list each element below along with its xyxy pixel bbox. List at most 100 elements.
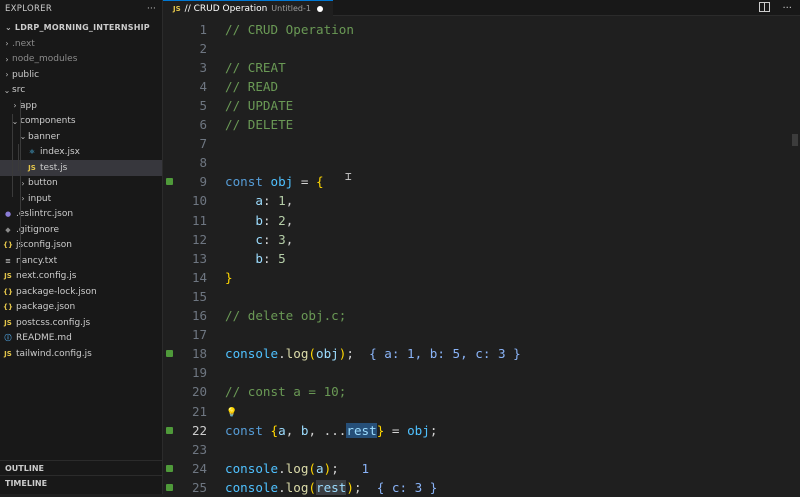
tree-item-label: README.md xyxy=(16,333,72,344)
code-token: ; xyxy=(429,422,438,438)
chevron-right-icon: › xyxy=(5,39,9,49)
code-line[interactable]: 23 xyxy=(163,440,800,459)
tree-item-readme-md[interactable]: ⓘ README.md xyxy=(0,331,162,347)
code-text: // CREAT xyxy=(225,60,286,75)
code-text: console.log(obj); { a: 1, b: 5, c: 3 } xyxy=(225,346,521,361)
code-token: = xyxy=(384,422,408,438)
code-token: const xyxy=(225,422,271,438)
run-marker-icon[interactable] xyxy=(166,464,173,472)
code-token: : xyxy=(262,231,279,247)
code-token: a xyxy=(278,422,286,438)
scrollbar-thumb[interactable] xyxy=(792,134,798,146)
editor-tab-untitled-1[interactable]: JS // CRUD Operation Untitled-1 xyxy=(163,0,333,16)
tree-item-label: public xyxy=(12,69,40,80)
chevron-right-icon: › xyxy=(13,101,17,111)
tree-item-test-js[interactable]: JS test.js xyxy=(0,160,162,176)
run-marker-icon[interactable] xyxy=(166,426,173,434)
code-token: { a: 1, b: 5, c: 3 } xyxy=(369,346,521,362)
code-line[interactable]: 15 xyxy=(163,287,800,306)
code-text: console.log(rest); { c: 3 } xyxy=(225,479,437,495)
tree-item-components[interactable]: ⌄ components xyxy=(0,114,162,130)
code-line[interactable]: 10 a: 1, xyxy=(163,191,800,210)
tree-item-gitignore[interactable]: ◆ .gitignore xyxy=(0,222,162,238)
split-editor-icon[interactable] xyxy=(759,1,771,15)
code-line[interactable]: 3 // CREAT xyxy=(163,58,800,77)
code-line[interactable]: 16 // delete obj.c; xyxy=(163,306,800,325)
code-line[interactable]: 2 xyxy=(163,39,800,58)
run-marker-icon[interactable] xyxy=(166,483,173,491)
code-token: a xyxy=(255,193,263,209)
code-token: 1 xyxy=(361,460,370,476)
code-token: // const a = 10; xyxy=(225,384,347,400)
code-line[interactable]: 7 xyxy=(163,134,800,153)
line-number: 12 xyxy=(191,231,207,247)
tree-item-package-json[interactable]: {} package.json xyxy=(0,300,162,316)
tree-item-nancy-txt[interactable]: ≡ nancy.txt xyxy=(0,253,162,269)
code-line[interactable]: 22 const {a, b, ...rest} = obj; xyxy=(163,421,800,440)
code-line[interactable]: 21 xyxy=(163,402,800,421)
code-text: b: 2, xyxy=(225,213,293,228)
tree-item-public[interactable]: › public xyxy=(0,67,162,83)
more-actions-icon[interactable]: ··· xyxy=(782,3,792,14)
tree-item-src[interactable]: ⌄ src xyxy=(0,83,162,99)
code-token: a xyxy=(316,460,324,476)
chevron-right-icon: › xyxy=(5,70,9,80)
project-chevron-icon: ⌄ xyxy=(5,22,12,32)
js-file-icon: JS xyxy=(4,349,12,358)
code-line[interactable]: 12 c: 3, xyxy=(163,230,800,249)
code-token: // delete obj.c; xyxy=(225,308,347,323)
tree-item-tailwind-config-js[interactable]: JS tailwind.config.js xyxy=(0,346,162,362)
tree-item-next-config-js[interactable]: JS next.config.js xyxy=(0,269,162,285)
tree-item-input[interactable]: › input xyxy=(0,191,162,207)
code-token: log xyxy=(285,346,309,362)
tree-item-jsconfig-json[interactable]: {} jsconfig.json xyxy=(0,238,162,254)
tree-item-eslintrc-json[interactable]: ● .eslintrc.json xyxy=(0,207,162,223)
code-line[interactable]: 6 // DELETE xyxy=(163,115,800,134)
tree-item-button[interactable]: › button xyxy=(0,176,162,192)
line-number: 11 xyxy=(191,212,207,228)
lightbulb-icon[interactable]: 💡 xyxy=(226,408,237,418)
tree-item-next[interactable]: › .next xyxy=(0,36,162,52)
code-token: // CREAT xyxy=(225,59,286,75)
code-token: } xyxy=(225,269,233,285)
code-line[interactable]: 18 console.log(obj); { a: 1, b: 5, c: 3 } xyxy=(163,344,800,363)
tree-item-index-jsx[interactable]: ⚛ index.jsx xyxy=(0,145,162,161)
code-line[interactable]: 1 // CRUD Operation xyxy=(163,20,800,39)
code-line[interactable]: 25 console.log(rest); { c: 3 } xyxy=(163,478,800,497)
tree-item-label: .gitignore xyxy=(16,224,60,235)
text-file-icon: ≡ xyxy=(5,256,11,265)
tree-item-postcss-config-js[interactable]: JS postcss.config.js xyxy=(0,315,162,331)
timeline-section[interactable]: TIMELINE xyxy=(0,475,162,490)
code-token: rest xyxy=(316,479,347,495)
code-line[interactable]: 13 b: 5 xyxy=(163,249,800,268)
run-marker-icon[interactable] xyxy=(166,178,173,186)
line-number: 10 xyxy=(191,193,207,209)
unsaved-dot-icon[interactable] xyxy=(316,5,323,12)
code-line[interactable]: 4 // READ xyxy=(163,77,800,96)
code-editor[interactable]: 1// CRUD Operation 2 3// CREAT 4// READ 5// … xyxy=(163,16,800,497)
indent-guide xyxy=(18,144,19,171)
code-line[interactable]: 19 xyxy=(163,363,800,382)
code-line[interactable]: 14} xyxy=(163,268,800,287)
run-marker-icon[interactable] xyxy=(166,350,173,358)
outline-section[interactable]: OUTLINE xyxy=(0,460,162,475)
code-line[interactable]: 24 console.log(a); 1 xyxy=(163,459,800,478)
code-token: = xyxy=(293,174,316,190)
code-line[interactable]: 5 // UPDATE xyxy=(163,96,800,115)
tree-item-banner[interactable]: ⌄ banner xyxy=(0,129,162,145)
code-line[interactable]: 9 const obj = { xyxy=(163,172,800,191)
markdown-file-icon: ⓘ xyxy=(4,334,12,343)
code-token: { xyxy=(270,422,279,438)
explorer-more-icon[interactable]: ··· xyxy=(147,4,156,14)
tree-item-node-modules[interactable]: › node_modules xyxy=(0,52,162,68)
code-line[interactable]: 17 xyxy=(163,325,800,344)
tree-item-label: package.json xyxy=(16,302,76,313)
tree-item-package-lock-json[interactable]: {} package-lock.json xyxy=(0,284,162,300)
tree-item-app[interactable]: › app xyxy=(0,98,162,114)
code-line[interactable]: 11 b: 2, xyxy=(163,211,800,230)
code-line[interactable]: 8 xyxy=(163,153,800,172)
line-number: 14 xyxy=(191,269,207,285)
code-line[interactable]: 20 // const a = 10; xyxy=(163,382,800,401)
code-token: obj xyxy=(316,346,339,362)
project-folder-title[interactable]: ⌄ LDRP_MORNING_INTERNSHIP xyxy=(0,17,162,37)
